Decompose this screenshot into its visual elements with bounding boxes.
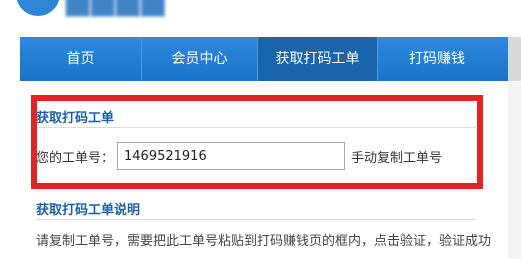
site-logo: ▇▇▇▇ (66, 0, 166, 17)
instructions-text: 请复制工单号，需要把此工单号粘贴到打码赚钱页的框内，点击验证，验证成功 (36, 234, 492, 249)
site-header: ▇▇▇▇ (0, 0, 521, 36)
nav-item-earn-money[interactable]: 打码赚钱 (378, 37, 496, 81)
nav-item-home[interactable]: 首页 (20, 37, 142, 81)
highlight-box (31, 95, 483, 189)
nav-item-member-center[interactable]: 会员中心 (142, 37, 258, 81)
logo-icon (16, 0, 60, 16)
divider (36, 219, 476, 220)
nav-right-edge (508, 37, 521, 81)
main-nav: 首页 会员中心 获取打码工单 打码赚钱 (20, 37, 508, 81)
instructions-title: 获取打码工单说明 (36, 203, 141, 218)
nav-item-get-order[interactable]: 获取打码工单 (258, 37, 378, 81)
page: ▇▇▇▇ 首页 会员中心 获取打码工单 打码赚钱 获取打码工单 您的工单号： 手… (0, 0, 521, 259)
